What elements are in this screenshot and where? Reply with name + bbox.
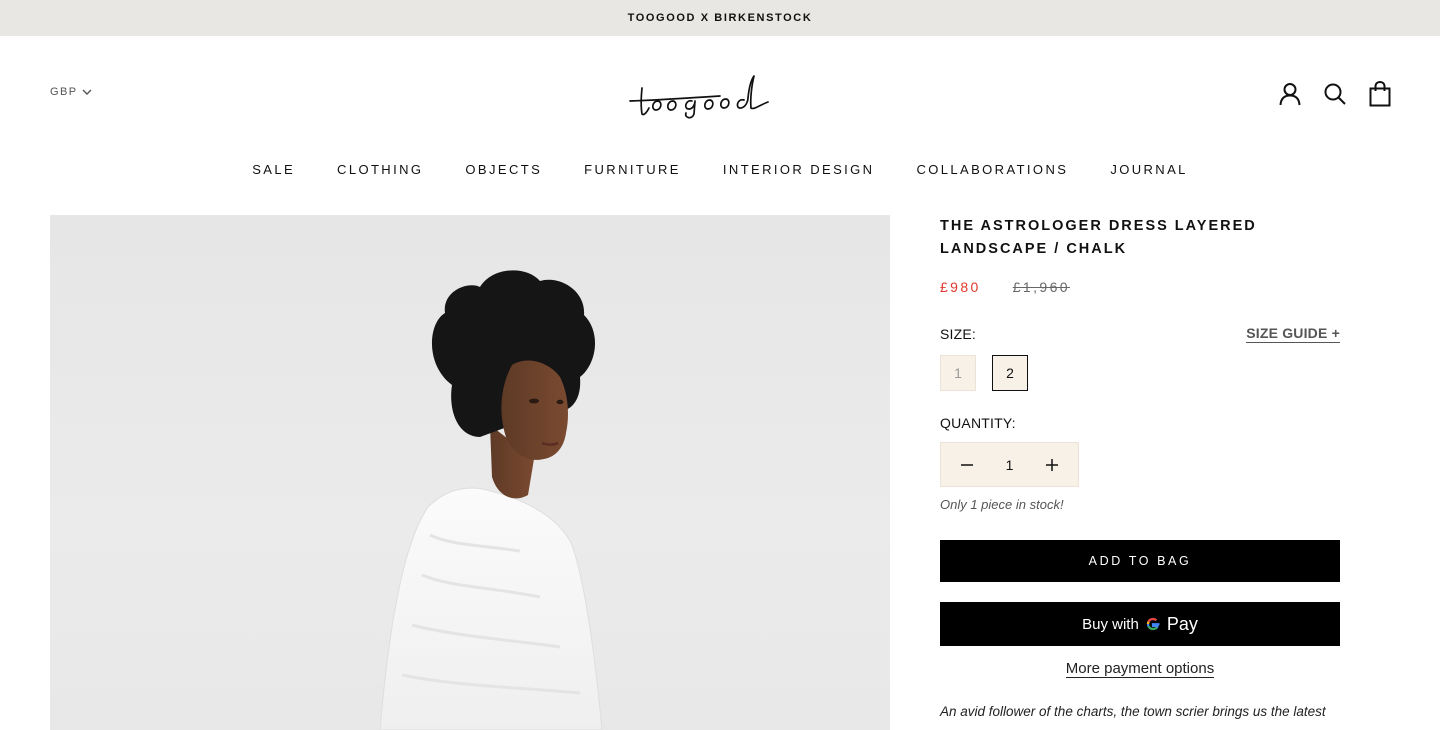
nav-item-collaborations[interactable]: COLLABORATIONS [916, 162, 1068, 177]
price-row: £980 £1,960 [940, 279, 1340, 295]
product-info: THE ASTROLOGER DRESS LAYERED LANDSCAPE /… [940, 215, 1340, 719]
google-g-icon [1146, 617, 1160, 631]
currency-label: GBP [50, 86, 78, 98]
brand-logo[interactable] [620, 68, 820, 120]
chevron-down-icon [82, 89, 92, 95]
quantity-value[interactable]: 1 [1006, 457, 1014, 473]
account-icon[interactable] [1277, 80, 1302, 108]
header-icons [1277, 80, 1392, 108]
announcement-bar: TOOGOOD X BIRKENSTOCK [0, 0, 1440, 36]
search-icon[interactable] [1322, 80, 1347, 108]
nav-item-clothing[interactable]: CLOTHING [337, 162, 423, 177]
sale-price: £980 [940, 279, 981, 295]
nav-item-journal[interactable]: JOURNAL [1110, 162, 1187, 177]
plus-icon [1045, 458, 1058, 471]
bag-icon[interactable] [1367, 80, 1392, 108]
nav-item-interior-design[interactable]: INTERIOR DESIGN [723, 162, 875, 177]
gpay-suffix: Pay [1166, 613, 1198, 634]
model-photo [379, 270, 603, 730]
product-image[interactable] [50, 215, 890, 730]
size-row: SIZE: SIZE GUIDE + [940, 325, 1340, 343]
nav-item-sale[interactable]: SALE [252, 162, 295, 177]
stock-note: Only 1 piece in stock! [940, 497, 1064, 512]
more-payment-options-link[interactable]: More payment options [1065, 660, 1215, 678]
product-title-line-1: THE ASTROLOGER DRESS LAYERED [940, 218, 1257, 234]
gpay-prefix: Buy with [1082, 615, 1139, 633]
more-payment-options: More payment options [940, 660, 1340, 678]
google-pay-button[interactable]: Buy with Pay [940, 602, 1340, 646]
size-option-1[interactable]: 1 [940, 355, 976, 391]
size-option-2[interactable]: 2 [992, 355, 1028, 391]
main-nav: SALE CLOTHING OBJECTS FURNITURE INTERIOR… [0, 162, 1440, 177]
toogood-logo [629, 75, 769, 119]
decrease-button[interactable] [955, 453, 979, 477]
quantity-label: QUANTITY: [940, 415, 1016, 431]
size-guide-link[interactable]: SIZE GUIDE + [1246, 325, 1340, 343]
compare-price: £1,960 [1012, 279, 1070, 295]
size-swatches: 1 2 [940, 355, 1340, 391]
size-label: SIZE: [940, 326, 977, 342]
currency-selector[interactable]: GBP [50, 86, 92, 98]
nav-item-furniture[interactable]: FURNITURE [584, 162, 681, 177]
add-to-bag-button[interactable]: ADD TO BAG [940, 540, 1340, 582]
increase-button[interactable] [1040, 453, 1064, 477]
product-title: THE ASTROLOGER DRESS LAYERED LANDSCAPE /… [940, 215, 1340, 261]
quantity-stepper: 1 [940, 442, 1079, 487]
product-title-line-2: LANDSCAPE / CHALK [940, 241, 1128, 257]
product-description: An avid follower of the charts, the town… [940, 704, 1326, 719]
nav-item-objects[interactable]: OBJECTS [465, 162, 542, 177]
announcement-text: TOOGOOD X BIRKENSTOCK [627, 12, 813, 24]
minus-icon [961, 463, 973, 466]
